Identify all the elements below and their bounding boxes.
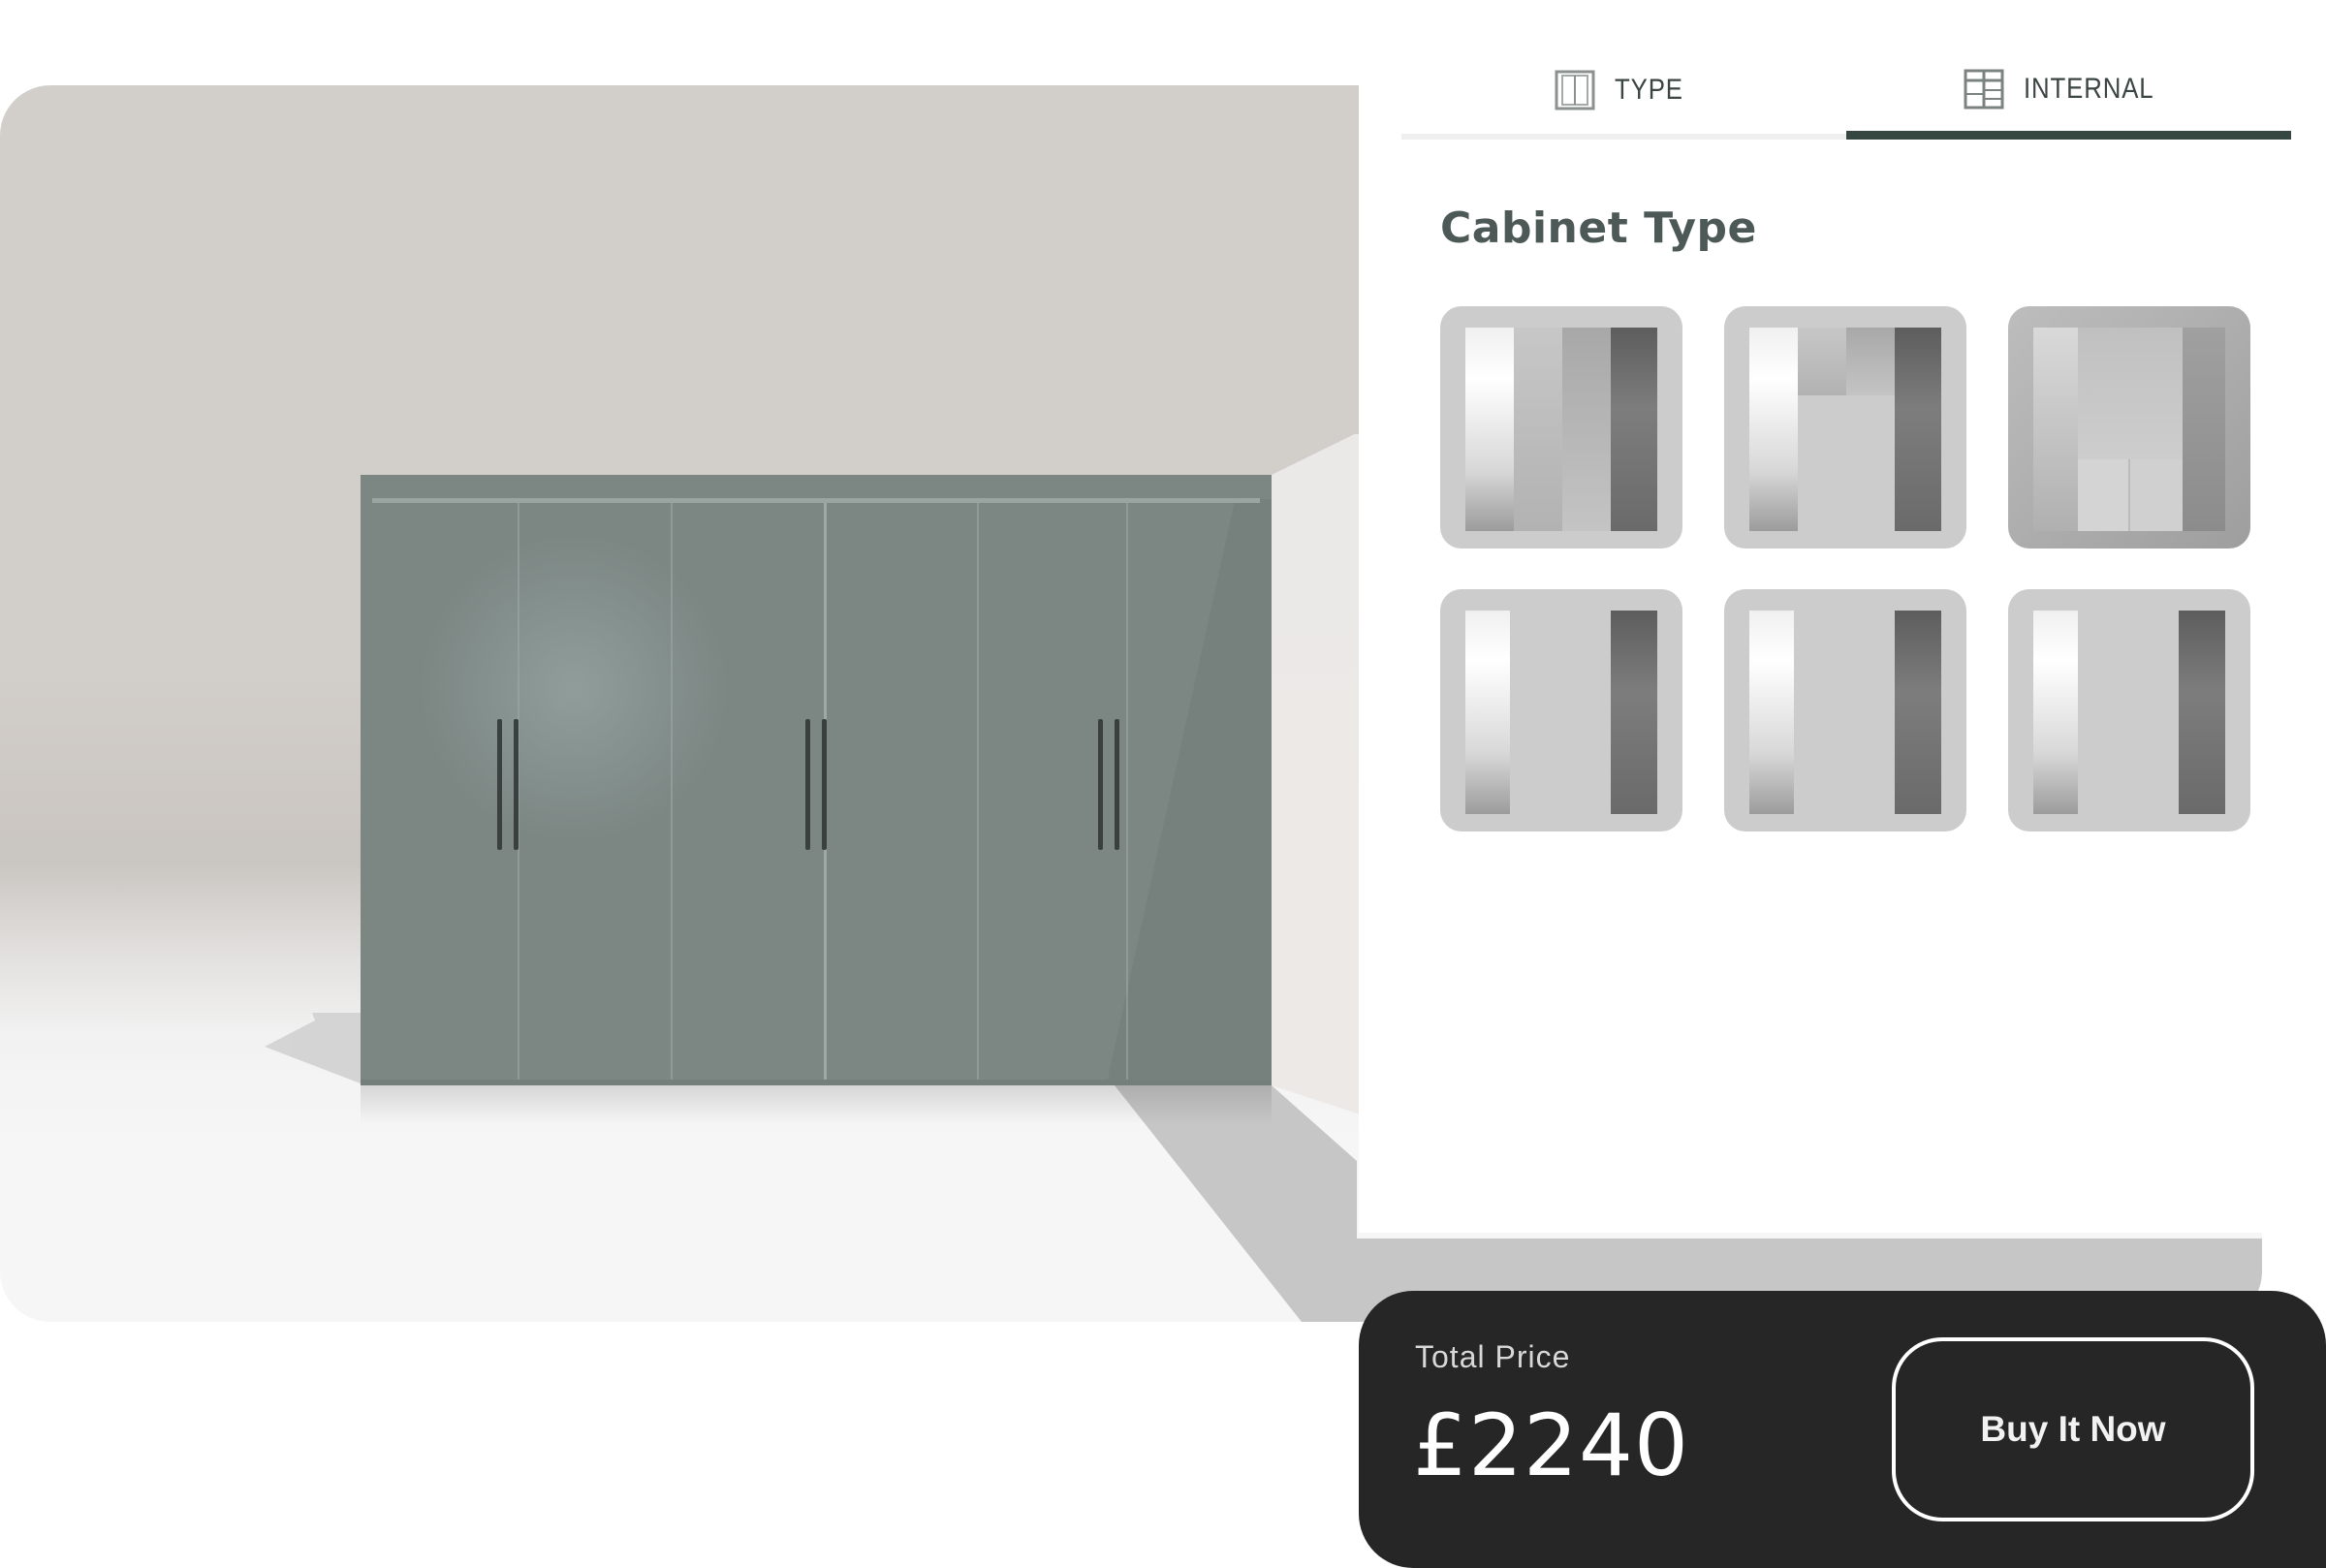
tab-internal[interactable]: INTERNAL — [1846, 47, 2291, 140]
door-handle — [1098, 719, 1103, 850]
cabinet-thumbnail — [1465, 611, 1657, 814]
tab-bar: TYPE INTERNAL — [1401, 47, 2291, 140]
cabinet-option-open-2[interactable] — [1724, 589, 1966, 831]
cabinet-option-open-3[interactable] — [2008, 589, 2250, 831]
light-reflection — [419, 533, 729, 843]
total-price-value: £2240 — [1413, 1396, 1689, 1495]
cabinet-thumbnail — [2033, 611, 2225, 814]
cabinet-type-grid — [1440, 306, 2250, 833]
cabinet-thumbnail — [2033, 328, 2225, 531]
door-handle — [1115, 719, 1119, 850]
door-handle — [514, 719, 519, 850]
door-handle — [805, 719, 810, 850]
door-handle — [497, 719, 502, 850]
cabinet-option-drawers[interactable] — [2008, 306, 2250, 549]
tab-type[interactable]: TYPE — [1401, 47, 1846, 140]
internal-layout-icon — [1964, 69, 2004, 109]
tab-type-label: TYPE — [1615, 74, 1684, 106]
door-divider — [1126, 503, 1128, 1080]
total-price-label: Total Price — [1415, 1339, 1571, 1374]
cabinet-option-shelves-hanging[interactable] — [1724, 306, 1966, 549]
door-handle — [822, 719, 827, 850]
tab-internal-label: INTERNAL — [2024, 72, 2154, 105]
price-bar: Total Price £2240 Buy It Now — [1359, 1291, 2326, 1568]
cabinet-option-four-panel[interactable] — [1440, 306, 1682, 549]
wardrobe-model[interactable] — [361, 475, 1272, 1085]
buy-it-now-button[interactable]: Buy It Now — [1892, 1337, 2254, 1521]
door-divider — [977, 503, 979, 1080]
floor-contact-shadow — [361, 1085, 1272, 1124]
cabinet-thumbnail — [1465, 328, 1657, 531]
cabinet-type-icon — [1555, 70, 1595, 110]
cabinet-option-open-1[interactable] — [1440, 589, 1682, 831]
section-title: Cabinet Type — [1440, 204, 1757, 253]
cabinet-thumbnail — [1749, 328, 1941, 531]
door-divider — [671, 503, 673, 1080]
cabinet-thumbnail — [1749, 611, 1941, 814]
configuration-panel: TYPE INTERNAL Cabinet Type — [1359, 0, 2326, 1233]
